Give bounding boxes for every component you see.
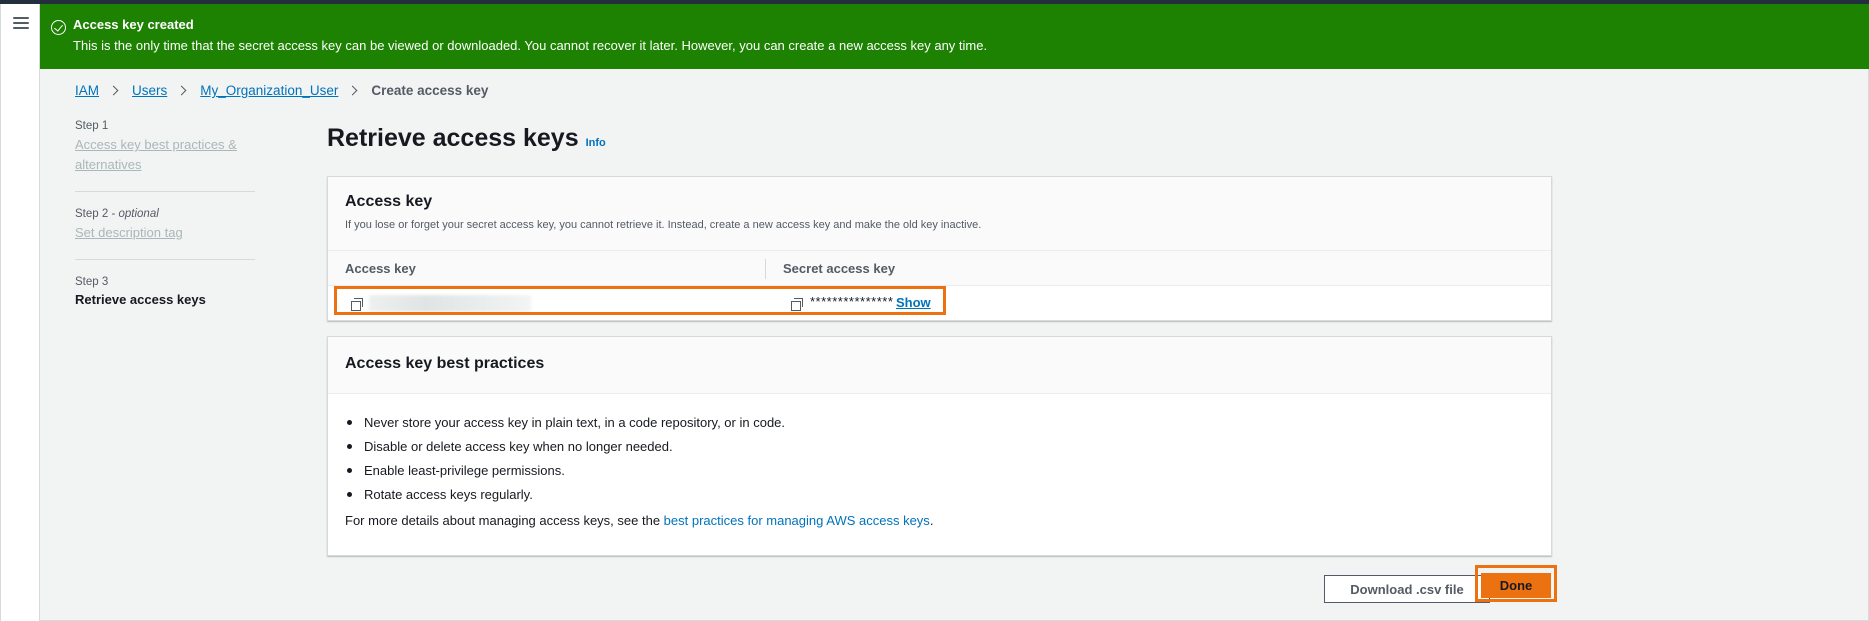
copy-secret-key-icon[interactable] (791, 298, 803, 311)
access-key-row: *************** Show (328, 286, 1551, 322)
wizard-steps: Step 1 Access key best practices & alter… (75, 120, 255, 307)
step-divider (75, 191, 255, 192)
copy-access-key-icon[interactable] (351, 298, 363, 311)
access-key-table-header: Access key Secret access key (328, 251, 1551, 286)
access-key-panel: Access key If you lose or forget your se… (327, 176, 1552, 321)
chevron-right-icon (347, 85, 358, 96)
flash-message: This is the only time that the secret ac… (73, 38, 988, 53)
success-flash-banner: Access key created This is the only time… (40, 4, 1869, 69)
secret-key-masked: *************** (810, 294, 894, 309)
check-circle-icon (51, 20, 66, 35)
breadcrumb: IAM Users My_Organization_User Create ac… (75, 83, 488, 98)
flash-title: Access key created (73, 17, 194, 32)
step-2-link[interactable]: Set description tag (75, 223, 255, 243)
access-key-value-redacted (369, 295, 531, 312)
step-1-link[interactable]: Access key best practices & alternatives (75, 135, 255, 175)
breadcrumb-iam[interactable]: IAM (75, 83, 99, 98)
best-practices-link[interactable]: best practices for managing AWS access k… (664, 513, 930, 528)
download-csv-button[interactable]: Download .csv file (1324, 575, 1490, 603)
done-button[interactable]: Done (1481, 573, 1551, 598)
page-title: Retrieve access keys Info (327, 124, 606, 153)
side-navigation-rail (1, 4, 40, 621)
column-secret-key: Secret access key (783, 261, 896, 276)
step-2-number: Step 2 - optional (75, 208, 159, 220)
step-1-number: Step 1 (75, 120, 109, 132)
chevron-right-icon (108, 85, 119, 96)
list-item: Disable or delete access key when no lon… (347, 439, 1551, 454)
column-access-key: Access key (345, 261, 416, 276)
chevron-right-icon (176, 85, 187, 96)
best-practices-title: Access key best practices (345, 355, 545, 372)
more-details-text: For more details about managing access k… (345, 513, 934, 528)
step-3-current: Retrieve access keys (75, 292, 206, 307)
access-key-panel-description: If you lose or forget your secret access… (345, 219, 982, 231)
column-divider (765, 259, 766, 279)
show-secret-link[interactable]: Show (896, 295, 931, 310)
info-link[interactable]: Info (586, 137, 606, 149)
list-item: Never store your access key in plain tex… (347, 415, 1551, 430)
access-key-panel-header: Access key If you lose or forget your se… (328, 177, 1551, 251)
page-title-text: Retrieve access keys (327, 124, 579, 152)
best-practices-list: Never store your access key in plain tex… (328, 415, 1551, 502)
step-divider (75, 259, 255, 260)
best-practices-panel: Access key best practices Never store yo… (327, 336, 1552, 556)
breadcrumb-users[interactable]: Users (132, 83, 167, 98)
list-item: Rotate access keys regularly. (347, 487, 1551, 502)
breadcrumb-current: Create access key (371, 83, 489, 98)
list-item: Enable least-privilege permissions. (347, 463, 1551, 478)
step-3-number: Step 3 (75, 276, 109, 288)
hamburger-menu-icon[interactable] (13, 17, 29, 31)
best-practices-header: Access key best practices (328, 337, 1551, 394)
access-key-panel-title: Access key (345, 193, 433, 210)
breadcrumb-user[interactable]: My_Organization_User (200, 83, 338, 98)
